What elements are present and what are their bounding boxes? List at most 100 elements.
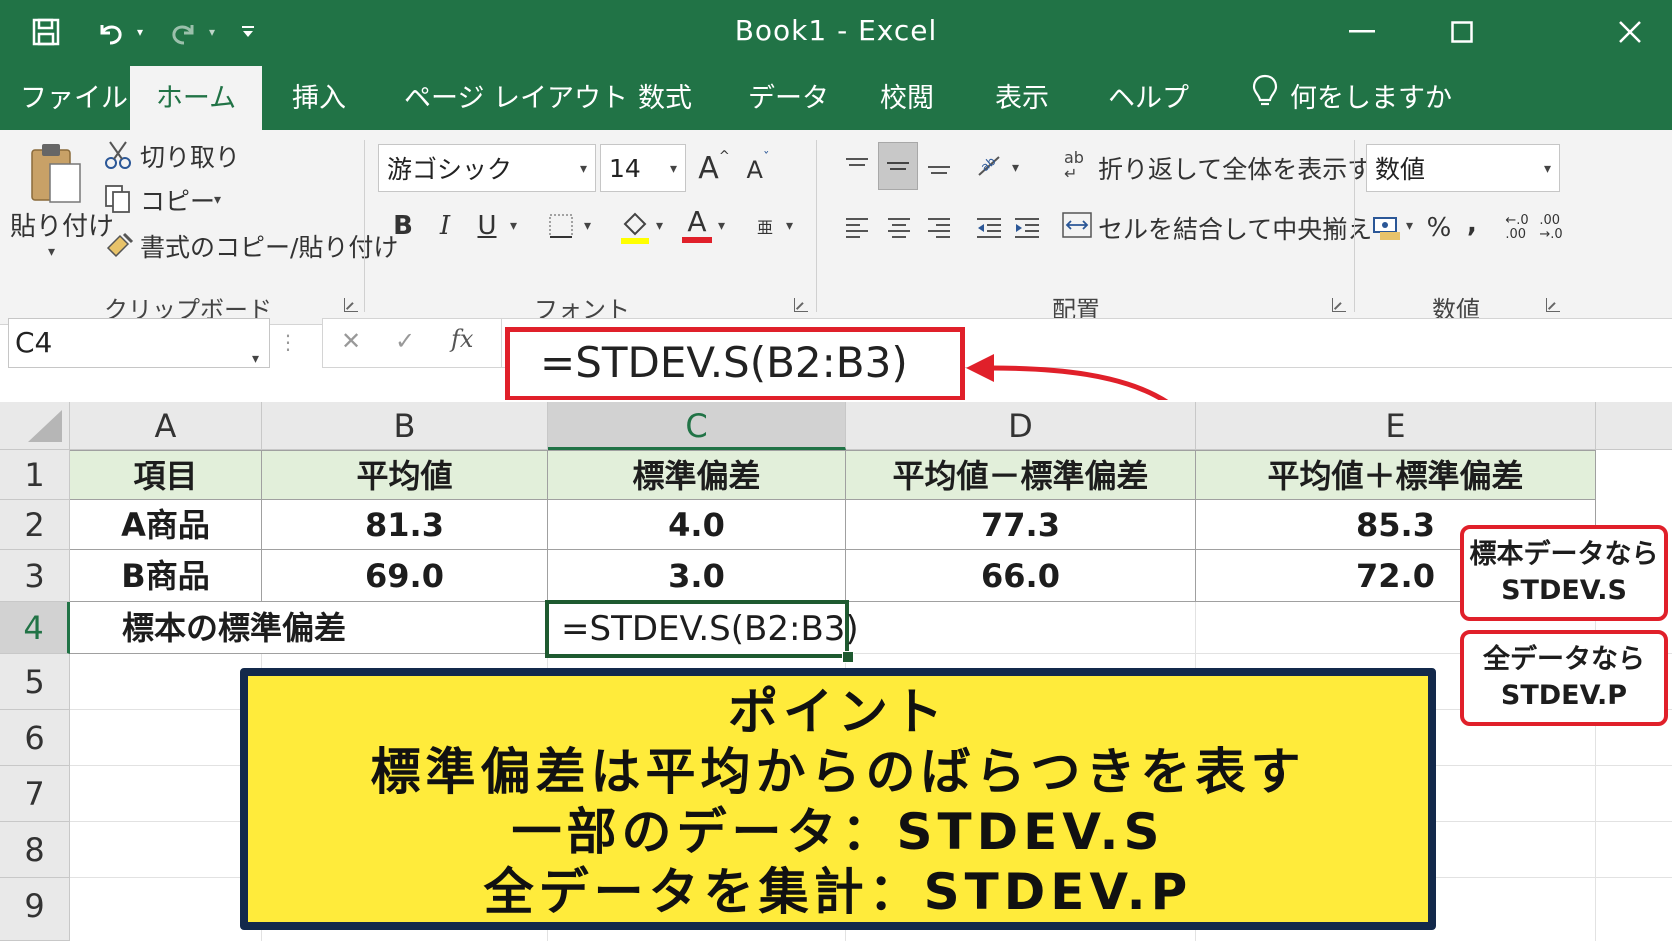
- grow-font-button[interactable]: A ^: [698, 149, 730, 186]
- orientation-dropdown-icon[interactable]: ▾: [1012, 160, 1019, 176]
- row4-label-cell[interactable]: 標本の標準偏差: [70, 602, 548, 654]
- table-cell[interactable]: 4.0: [548, 500, 846, 550]
- tab-data[interactable]: データ: [748, 64, 829, 130]
- font-size-combo[interactable]: 14 ▾: [600, 144, 686, 192]
- tab-formulas[interactable]: 数式: [638, 64, 692, 130]
- window-title: Book1 - Excel: [734, 14, 938, 47]
- row-header-2[interactable]: 2: [0, 500, 70, 550]
- select-all-corner[interactable]: [0, 402, 70, 450]
- row-header-8[interactable]: 8: [0, 822, 70, 878]
- borders-button[interactable]: [546, 208, 576, 244]
- phonetic-icon: 亜: [756, 218, 773, 237]
- phonetic-dropdown-icon[interactable]: ▾: [786, 218, 793, 234]
- merge-dropdown-icon[interactable]: ▾: [1328, 220, 1335, 236]
- table-header-cell[interactable]: 平均値: [262, 450, 548, 500]
- font-color-button[interactable]: A: [680, 202, 714, 248]
- tab-home[interactable]: ホーム: [130, 66, 262, 130]
- wrap-text-button[interactable]: ab ↵ 折り返して全体を表示する: [1064, 148, 1397, 188]
- fill-color-dropdown-icon[interactable]: ▾: [656, 218, 663, 234]
- align-right-button[interactable]: [922, 208, 956, 248]
- paste-button[interactable]: 貼り付け ▾: [10, 136, 114, 286]
- insert-function-icon[interactable]: fx: [451, 325, 473, 353]
- percent-button[interactable]: %: [1424, 208, 1454, 248]
- borders-dropdown-icon[interactable]: ▾: [584, 218, 591, 234]
- table-header-cell[interactable]: 平均値－標準偏差: [846, 450, 1196, 500]
- number-format-combo[interactable]: 数値 ▾: [1366, 144, 1560, 192]
- table-header-cell[interactable]: 項目: [70, 450, 262, 500]
- column-header-d[interactable]: D: [846, 402, 1196, 450]
- row-header-9[interactable]: 9: [0, 878, 70, 941]
- format-painter-button[interactable]: 書式のコピー/貼り付け: [104, 226, 398, 266]
- active-cell[interactable]: =STDEV.S(B2:B3): [545, 600, 859, 658]
- minimize-icon[interactable]: [1332, 8, 1392, 56]
- cut-button[interactable]: 切り取り: [104, 136, 254, 176]
- row-header-7[interactable]: 7: [0, 766, 70, 822]
- tab-review[interactable]: 校閲: [880, 64, 934, 130]
- close-icon[interactable]: [1600, 8, 1660, 56]
- paste-dropdown-icon[interactable]: ▾: [48, 244, 55, 260]
- row-header-4[interactable]: 4: [0, 602, 70, 654]
- name-box[interactable]: C4 ▾: [8, 318, 270, 368]
- row-header-5[interactable]: 5: [0, 654, 70, 710]
- font-dialog-launcher-icon[interactable]: [794, 298, 808, 312]
- table-cell[interactable]: B商品: [70, 550, 262, 602]
- formula-highlight-box[interactable]: =STDEV.S(B2:B3): [505, 327, 965, 401]
- chevron-down-icon: ▾: [1543, 161, 1551, 177]
- column-header-c[interactable]: C: [548, 402, 846, 450]
- underline-button[interactable]: U: [472, 206, 502, 246]
- shrink-font-button[interactable]: Aˇ: [742, 151, 774, 186]
- alignment-dialog-launcher-icon[interactable]: [1332, 298, 1346, 312]
- copy-button[interactable]: コピー ▾: [104, 180, 244, 220]
- decrease-indent-button[interactable]: [972, 208, 1006, 248]
- tab-file[interactable]: ファイル: [20, 64, 128, 130]
- decrease-decimal-button[interactable]: .00 →.0: [1536, 208, 1566, 248]
- orientation-button[interactable]: ab: [972, 144, 1008, 188]
- align-center-button[interactable]: [882, 208, 916, 248]
- fill-handle[interactable]: [842, 651, 854, 663]
- chevron-down-icon[interactable]: ▾: [252, 335, 259, 383]
- enter-icon[interactable]: ✓: [395, 327, 415, 355]
- clipboard-dialog-launcher-icon[interactable]: [344, 298, 358, 312]
- font-color-dropdown-icon[interactable]: ▾: [718, 218, 725, 234]
- fill-color-button[interactable]: [618, 204, 652, 248]
- underline-dropdown-icon[interactable]: ▾: [510, 218, 517, 234]
- cancel-icon[interactable]: ✕: [341, 327, 361, 355]
- column-header-a[interactable]: A: [70, 402, 262, 450]
- table-cell[interactable]: 69.0: [262, 550, 548, 602]
- accounting-dropdown-icon[interactable]: ▾: [1406, 218, 1413, 234]
- row-header-3[interactable]: 3: [0, 550, 70, 602]
- bold-button[interactable]: B: [388, 206, 418, 246]
- tab-view[interactable]: 表示: [995, 64, 1049, 130]
- font-name-combo[interactable]: 游ゴシック ▾: [378, 144, 596, 192]
- middle-align-button[interactable]: [878, 142, 918, 190]
- number-dialog-launcher-icon[interactable]: [1546, 298, 1560, 312]
- table-cell[interactable]: 3.0: [548, 550, 846, 602]
- tab-page-layout[interactable]: ページ レイアウト: [404, 64, 628, 130]
- table-header-cell[interactable]: 平均値＋標準偏差: [1196, 450, 1596, 500]
- increase-indent-button[interactable]: [1010, 208, 1044, 248]
- accounting-format-button[interactable]: [1370, 208, 1404, 248]
- align-left-button[interactable]: [840, 208, 874, 248]
- row-header-1[interactable]: 1: [0, 450, 70, 500]
- italic-button[interactable]: I: [430, 206, 460, 246]
- maximize-icon[interactable]: [1432, 8, 1492, 56]
- table-cell[interactable]: A商品: [70, 500, 262, 550]
- copy-dropdown-icon[interactable]: ▾: [214, 192, 221, 208]
- comma-button[interactable]: ,: [1460, 204, 1484, 244]
- column-header-f[interactable]: [1596, 402, 1672, 450]
- table-cell[interactable]: 81.3: [262, 500, 548, 550]
- tab-insert[interactable]: 挿入: [292, 64, 346, 130]
- phonetic-button[interactable]: 亜: [750, 208, 780, 244]
- merge-center-button[interactable]: セルを結合して中央揃え ▾: [1062, 206, 1372, 246]
- increase-decimal-button[interactable]: ←.0.00: [1502, 208, 1532, 248]
- table-cell[interactable]: 66.0: [846, 550, 1196, 602]
- column-header-b[interactable]: B: [262, 402, 548, 450]
- bottom-align-button[interactable]: [922, 144, 956, 188]
- row-header-6[interactable]: 6: [0, 710, 70, 766]
- table-cell[interactable]: 77.3: [846, 500, 1196, 550]
- top-align-button[interactable]: [840, 144, 874, 188]
- column-header-e[interactable]: E: [1196, 402, 1596, 450]
- tab-help[interactable]: ヘルプ: [1108, 64, 1189, 130]
- table-header-cell[interactable]: 標準偏差: [548, 450, 846, 500]
- tell-me-search[interactable]: 何をしますか: [1252, 64, 1452, 130]
